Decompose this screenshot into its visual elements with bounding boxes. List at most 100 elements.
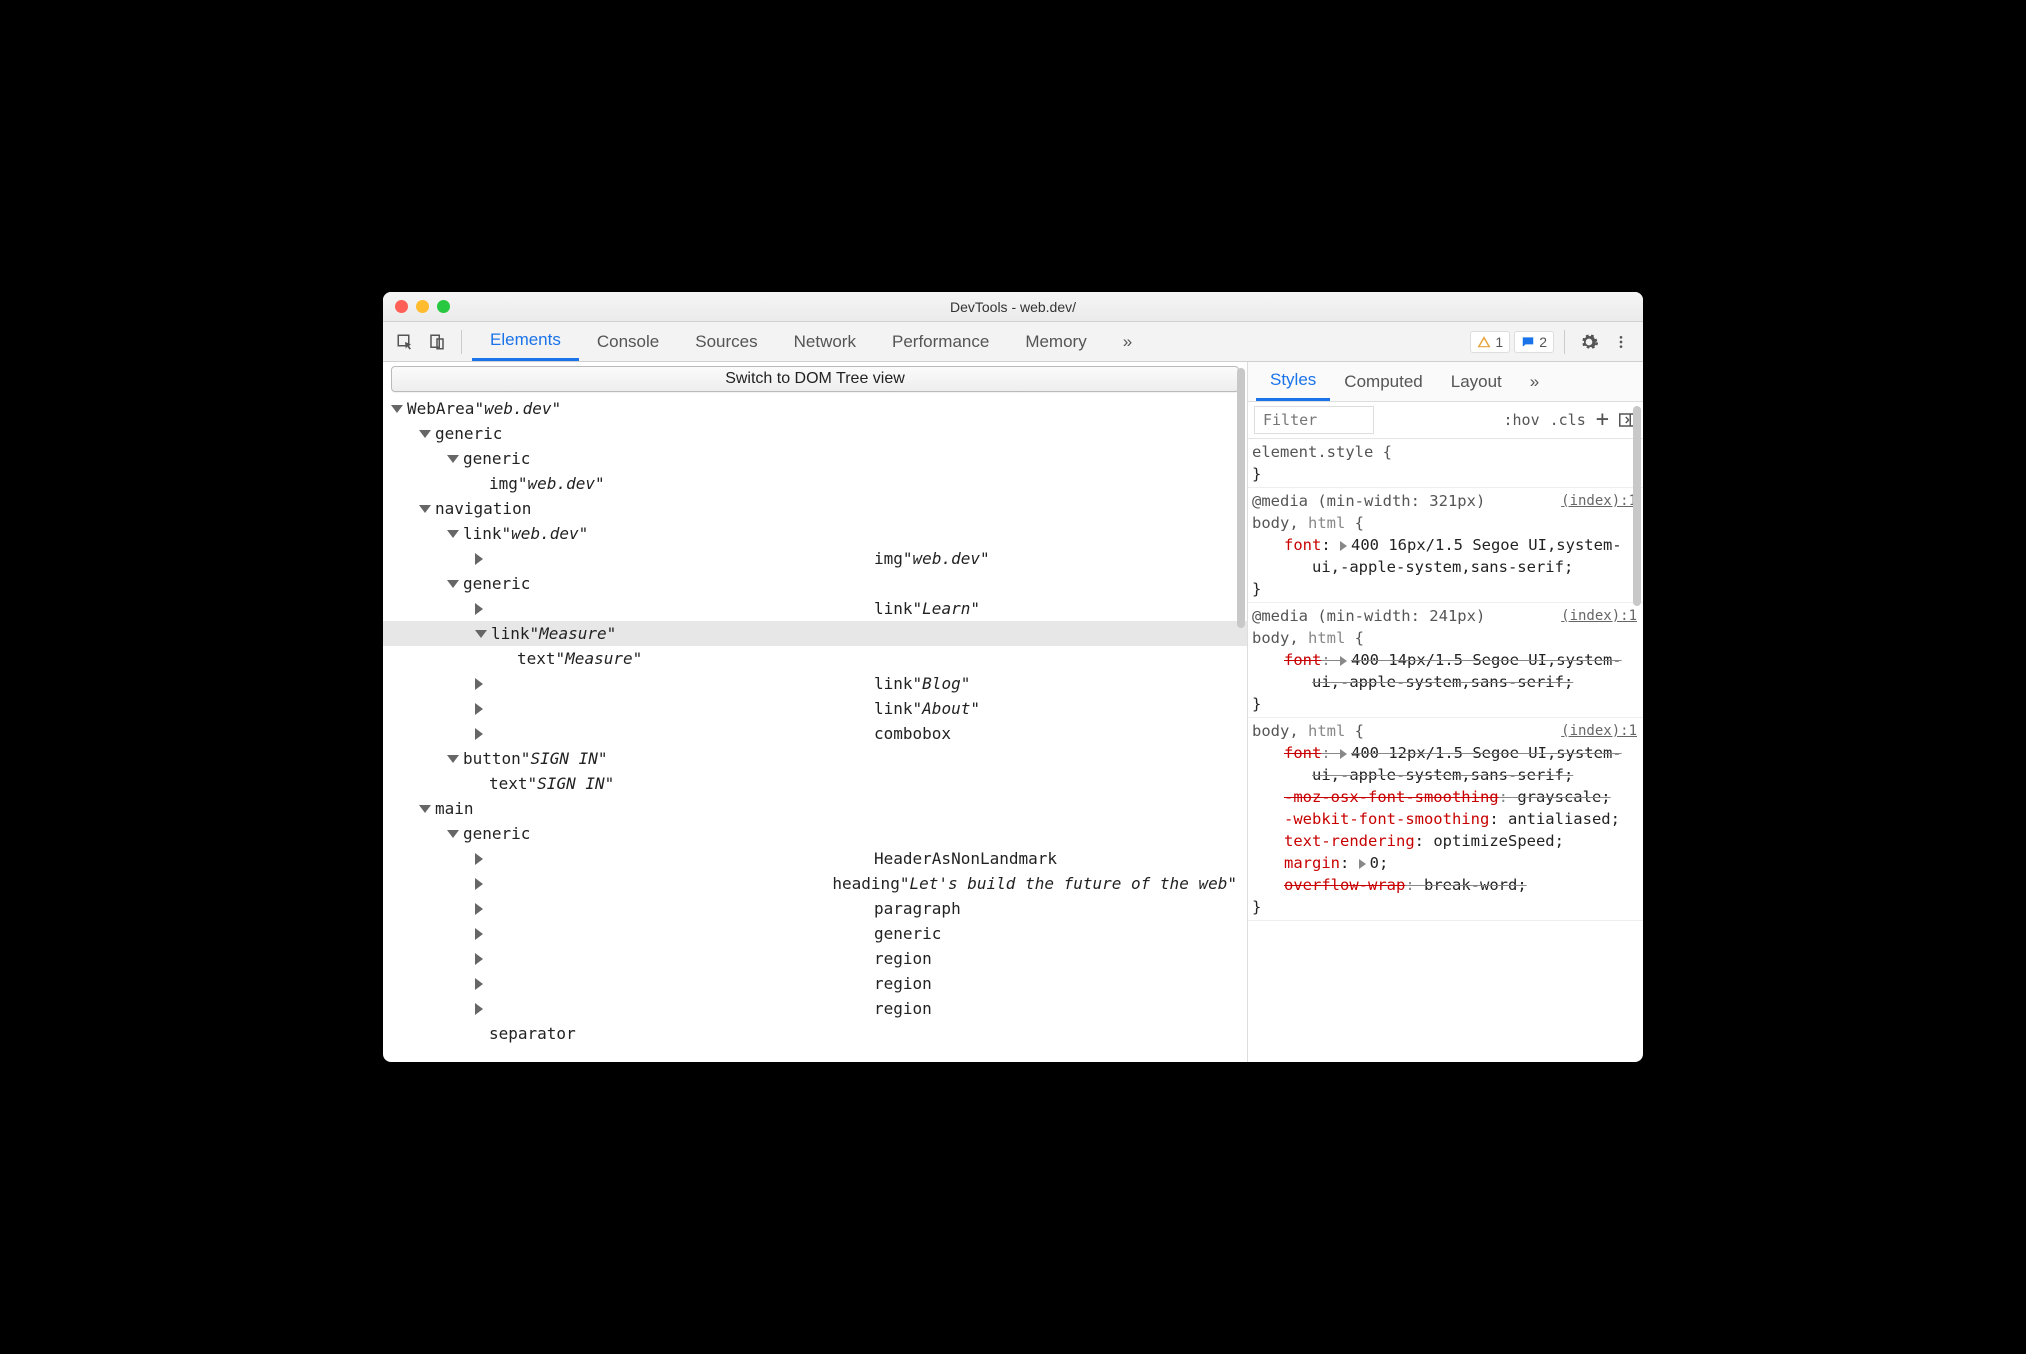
- sidebar-tabs-overflow-icon[interactable]: »: [1516, 362, 1553, 401]
- tab-computed[interactable]: Computed: [1330, 362, 1436, 401]
- chevron-down-icon[interactable]: [475, 630, 487, 638]
- kebab-menu-icon[interactable]: [1607, 328, 1635, 356]
- minimize-window-button[interactable]: [416, 300, 429, 313]
- tab-memory[interactable]: Memory: [1007, 322, 1104, 361]
- tab-sources[interactable]: Sources: [677, 322, 775, 361]
- tree-row[interactable]: generic: [383, 921, 1247, 946]
- chevron-right-icon[interactable]: [475, 1003, 870, 1015]
- chevron-right-icon[interactable]: [475, 953, 870, 965]
- tab-console[interactable]: Console: [579, 322, 677, 361]
- chevron-right-icon[interactable]: [475, 728, 870, 740]
- tree-row[interactable]: img "web.dev": [383, 546, 1247, 571]
- tree-row[interactable]: generic: [383, 421, 1247, 446]
- declaration[interactable]: text-rendering: optimizeSpeed;: [1284, 830, 1641, 852]
- tab-styles[interactable]: Styles: [1256, 362, 1330, 401]
- tree-row[interactable]: link "Blog": [383, 671, 1247, 696]
- settings-gear-icon[interactable]: [1575, 328, 1603, 356]
- style-rule[interactable]: (index):1body, html {font: 400 12px/1.5 …: [1248, 718, 1643, 921]
- style-rule[interactable]: (index):1@media (min-width: 321px)body, …: [1248, 488, 1643, 603]
- scrollbar[interactable]: [1237, 368, 1245, 628]
- expand-shorthand-icon[interactable]: [1340, 656, 1347, 666]
- accessibility-tree[interactable]: WebArea "web.dev"genericgenericimg "web.…: [383, 392, 1247, 1062]
- expand-shorthand-icon[interactable]: [1340, 749, 1347, 759]
- zoom-window-button[interactable]: [437, 300, 450, 313]
- tree-row[interactable]: region: [383, 971, 1247, 996]
- devtools-window: DevTools - web.dev/ Elements Console Sou…: [383, 292, 1643, 1062]
- chevron-down-icon[interactable]: [419, 505, 431, 513]
- tree-row[interactable]: WebArea "web.dev": [383, 396, 1247, 421]
- tree-row[interactable]: text "Measure": [383, 646, 1247, 671]
- chevron-right-icon[interactable]: [475, 678, 870, 690]
- tree-row[interactable]: link "Measure": [383, 621, 1247, 646]
- warnings-badge[interactable]: 1: [1470, 331, 1510, 353]
- chevron-down-icon[interactable]: [391, 405, 403, 413]
- tree-row[interactable]: HeaderAsNonLandmark: [383, 846, 1247, 871]
- tab-network[interactable]: Network: [776, 322, 874, 361]
- close-window-button[interactable]: [395, 300, 408, 313]
- tree-row[interactable]: navigation: [383, 496, 1247, 521]
- tree-row[interactable]: heading "Let's build the future of the w…: [383, 871, 1247, 896]
- tree-row[interactable]: text "SIGN IN": [383, 771, 1247, 796]
- tab-layout[interactable]: Layout: [1437, 362, 1516, 401]
- chevron-right-icon[interactable]: [475, 878, 828, 890]
- inspect-element-icon[interactable]: [391, 328, 419, 356]
- chevron-down-icon[interactable]: [447, 530, 459, 538]
- tab-elements[interactable]: Elements: [472, 322, 579, 361]
- declaration[interactable]: font: 400 16px/1.5 Segoe UI,system-ui,-a…: [1284, 534, 1641, 578]
- tab-performance[interactable]: Performance: [874, 322, 1007, 361]
- rule-source-link[interactable]: (index):1: [1561, 605, 1637, 627]
- declaration[interactable]: font: 400 12px/1.5 Segoe UI,system-ui,-a…: [1284, 742, 1641, 786]
- chevron-right-icon[interactable]: [475, 903, 870, 915]
- device-toggle-icon[interactable]: [423, 328, 451, 356]
- chevron-right-icon[interactable]: [475, 853, 870, 865]
- rule-source-link[interactable]: (index):1: [1561, 720, 1637, 742]
- styles-rules-list[interactable]: element.style {}(index):1@media (min-wid…: [1248, 439, 1643, 1062]
- chevron-down-icon[interactable]: [447, 580, 459, 588]
- selector[interactable]: element.style {: [1252, 441, 1641, 463]
- chevron-right-icon[interactable]: [475, 553, 870, 565]
- scrollbar[interactable]: [1633, 406, 1641, 606]
- style-rule[interactable]: (index):1@media (min-width: 241px)body, …: [1248, 603, 1643, 718]
- chevron-down-icon[interactable]: [419, 805, 431, 813]
- chevron-right-icon[interactable]: [475, 928, 870, 940]
- tree-row[interactable]: generic: [383, 571, 1247, 596]
- tree-row[interactable]: generic: [383, 446, 1247, 471]
- hov-toggle[interactable]: :hov: [1504, 411, 1540, 429]
- styles-filter-input[interactable]: [1254, 406, 1374, 434]
- dom-tree-switch-button[interactable]: Switch to DOM Tree view: [391, 366, 1239, 392]
- chevron-right-icon[interactable]: [475, 978, 870, 990]
- tree-row[interactable]: generic: [383, 821, 1247, 846]
- tree-row[interactable]: link "Learn": [383, 596, 1247, 621]
- tree-row[interactable]: link "web.dev": [383, 521, 1247, 546]
- cls-toggle[interactable]: .cls: [1550, 411, 1586, 429]
- new-style-rule-icon[interactable]: +: [1596, 413, 1609, 427]
- selector[interactable]: body, html {: [1252, 627, 1641, 649]
- chevron-down-icon[interactable]: [447, 755, 459, 763]
- messages-badge[interactable]: 2: [1514, 331, 1554, 353]
- declaration[interactable]: overflow-wrap: break-word;: [1284, 874, 1641, 896]
- expand-shorthand-icon[interactable]: [1359, 859, 1366, 869]
- rule-source-link[interactable]: (index):1: [1561, 490, 1637, 512]
- tree-row[interactable]: button "SIGN IN": [383, 746, 1247, 771]
- chevron-down-icon[interactable]: [447, 830, 459, 838]
- chevron-right-icon[interactable]: [475, 603, 870, 615]
- declaration[interactable]: font: 400 14px/1.5 Segoe UI,system-ui,-a…: [1284, 649, 1641, 693]
- selector[interactable]: body, html {: [1252, 512, 1641, 534]
- tree-row[interactable]: separator: [383, 1021, 1247, 1046]
- tabs-overflow-icon[interactable]: »: [1105, 322, 1150, 361]
- chevron-down-icon[interactable]: [419, 430, 431, 438]
- style-rule[interactable]: element.style {}: [1248, 439, 1643, 488]
- declaration[interactable]: margin: 0;: [1284, 852, 1641, 874]
- tree-row[interactable]: combobox: [383, 721, 1247, 746]
- tree-row[interactable]: paragraph: [383, 896, 1247, 921]
- chevron-right-icon[interactable]: [475, 703, 870, 715]
- tree-row[interactable]: main: [383, 796, 1247, 821]
- tree-row[interactable]: region: [383, 946, 1247, 971]
- tree-row[interactable]: region: [383, 996, 1247, 1021]
- tree-row[interactable]: link "About": [383, 696, 1247, 721]
- expand-shorthand-icon[interactable]: [1340, 541, 1347, 551]
- declaration[interactable]: -moz-osx-font-smoothing: grayscale;: [1284, 786, 1641, 808]
- declaration[interactable]: -webkit-font-smoothing: antialiased;: [1284, 808, 1641, 830]
- chevron-down-icon[interactable]: [447, 455, 459, 463]
- tree-row[interactable]: img "web.dev": [383, 471, 1247, 496]
